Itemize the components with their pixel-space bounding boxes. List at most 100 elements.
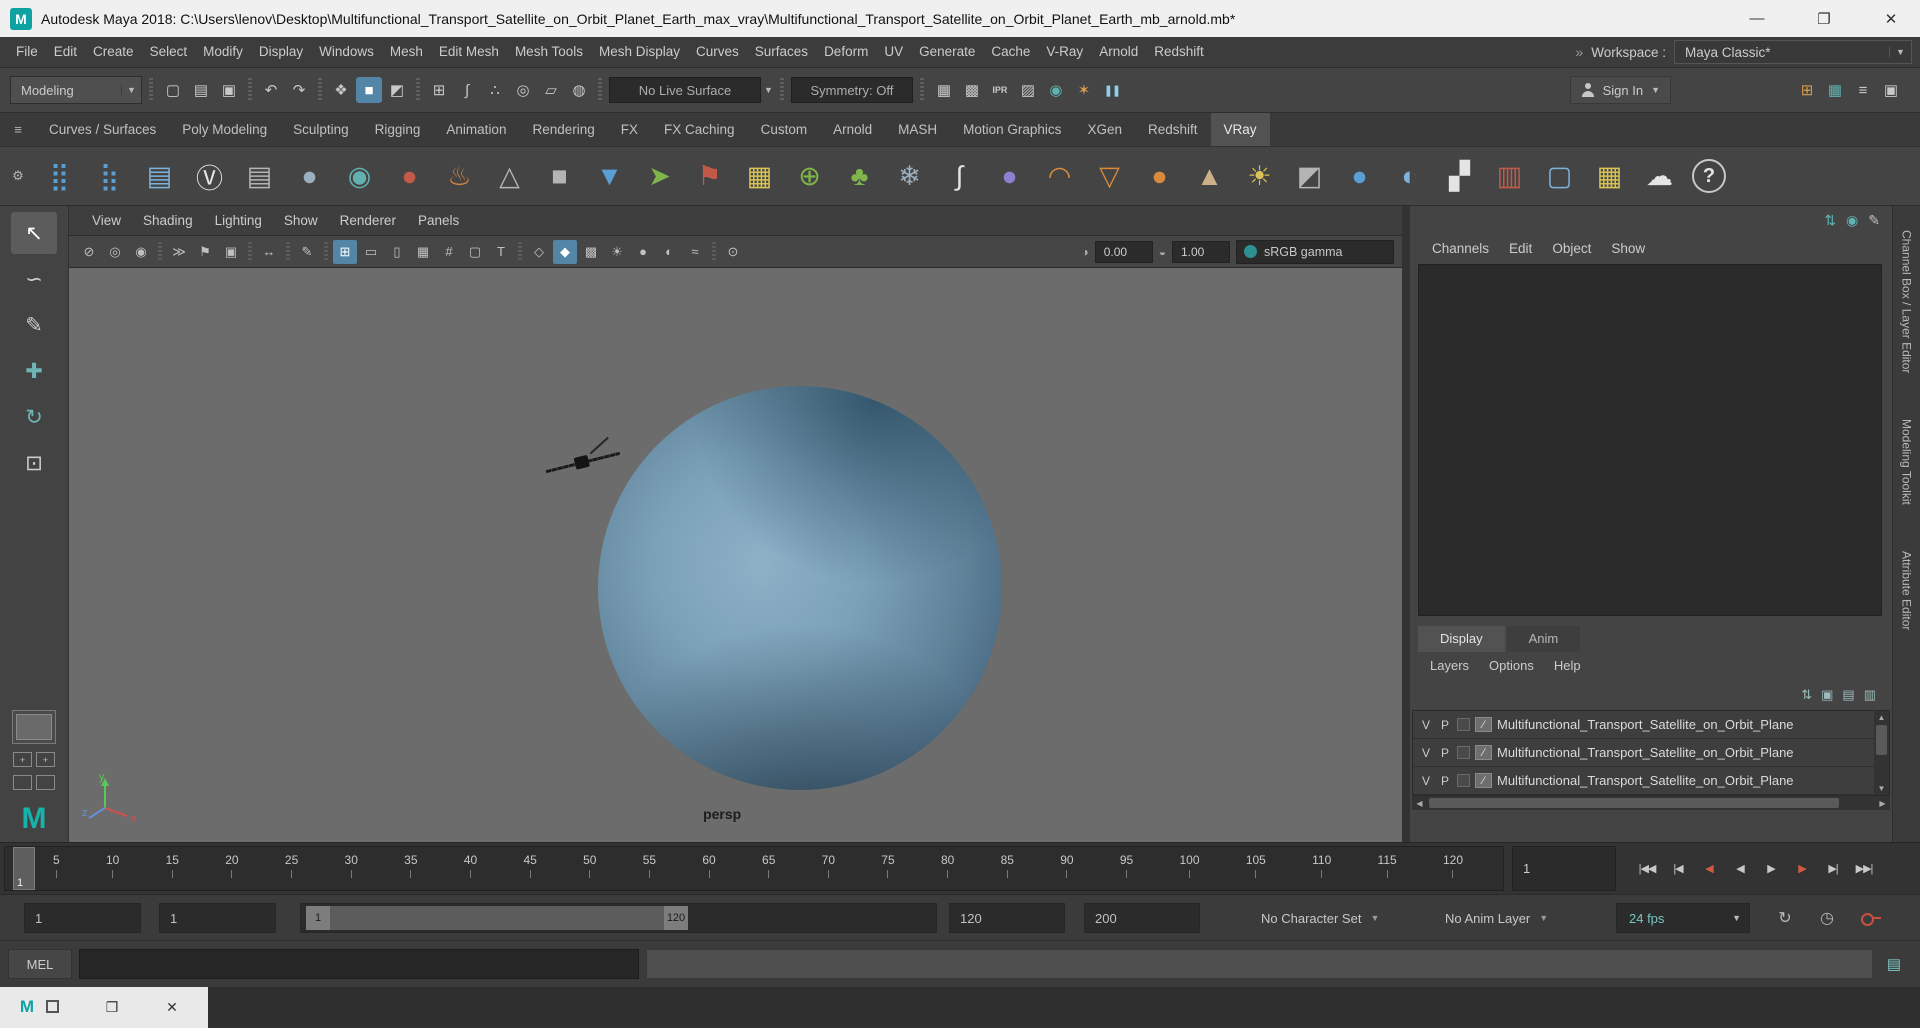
close-button[interactable]: ✕ (1862, 0, 1920, 37)
image-plane-icon[interactable]: ▣ (219, 240, 243, 264)
select-by-object-icon[interactable]: ■ (356, 77, 382, 103)
channel-sort-icon[interactable]: ⇅ (1824, 212, 1836, 229)
timeline-tick[interactable]: 25 (285, 853, 298, 890)
timeline-tick[interactable]: 65 (762, 853, 775, 890)
menu-set-selector[interactable]: Modeling ▼ (10, 76, 142, 104)
menu-item[interactable]: Edit (46, 37, 85, 67)
timeline-tick[interactable]: 20 (225, 853, 238, 890)
scale-tool-icon[interactable]: ⊡ (11, 442, 57, 484)
exposure-field[interactable]: 0.00 (1095, 241, 1153, 263)
timeline-tick[interactable]: 5 (53, 853, 60, 890)
grid-toggle-icon[interactable]: ⊞ (333, 240, 357, 264)
orange-funnel-icon[interactable]: ▽ (1086, 153, 1133, 200)
current-frame-field[interactable]: 1 (1512, 846, 1616, 891)
render-setup-icon[interactable]: ◉ (1043, 77, 1069, 103)
timeline-tick[interactable]: 80 (941, 853, 954, 890)
layer-editor-tab[interactable]: Anim (1507, 626, 1581, 652)
viewport-menu-item[interactable]: Panels (407, 206, 470, 235)
striped-sphere-icon[interactable]: ◐ (1386, 153, 1433, 200)
menu-item[interactable]: Modify (195, 37, 251, 67)
layer-editor-menu-item[interactable]: Layers (1420, 652, 1479, 680)
layout-single-pane-button[interactable] (12, 710, 56, 744)
timeline-tick[interactable]: 70 (822, 853, 835, 890)
grass-fur-icon[interactable]: ♣ (836, 153, 883, 200)
current-frame-marker[interactable]: 1 (13, 847, 35, 890)
animation-start-field[interactable]: 1 (24, 903, 141, 933)
isolate-select-icon[interactable]: ⊙ (721, 240, 745, 264)
rotate-tool-icon[interactable]: ↻ (11, 396, 57, 438)
menu-item[interactable]: Cache (983, 37, 1038, 67)
shelf-tab[interactable]: Poly Modeling (169, 113, 280, 146)
step-forward-frame-button[interactable]: ▶| (1818, 852, 1848, 886)
gate-mask-icon[interactable]: ▦ (411, 240, 435, 264)
scroll-up-icon[interactable]: ▲ (1878, 711, 1886, 724)
toggle-grid-ui-icon[interactable]: ⊞ (1794, 77, 1820, 103)
channel-speed-icon[interactable]: ◉ (1846, 212, 1858, 229)
layer-editor-menu-item[interactable]: Help (1544, 652, 1591, 680)
ramp-texture-icon[interactable]: ◩ (1286, 153, 1333, 200)
auto-keyframe-icon[interactable] (1856, 903, 1886, 933)
render-screen-icon[interactable]: ▥ (1486, 153, 1533, 200)
pause-icon[interactable]: ❚❚ (1099, 77, 1125, 103)
menu-item[interactable]: Edit Mesh (431, 37, 507, 67)
menu-item[interactable]: Display (251, 37, 311, 67)
range-end-handle[interactable]: 120 (664, 906, 688, 930)
layout-pane-add-button[interactable]: + (13, 752, 32, 767)
viewport-menu-item[interactable]: Shading (132, 206, 204, 235)
menu-item[interactable]: Curves (688, 37, 747, 67)
hypershade-icon[interactable]: ✶ (1071, 77, 1097, 103)
checker-pencil-icon[interactable]: ▦ (736, 153, 783, 200)
channel-box-menu-item[interactable]: Channels (1422, 234, 1499, 264)
timeline-tick[interactable]: 105 (1246, 853, 1266, 890)
symmetry-field[interactable]: Symmetry: Off (791, 77, 913, 103)
ipr-render-icon[interactable]: IPR (987, 77, 1013, 103)
step-back-key-button[interactable]: ◀ (1694, 852, 1724, 886)
menu-item[interactable]: Arnold (1091, 37, 1146, 67)
layer-sort-icon[interactable]: ⇅ (1801, 687, 1812, 703)
viewport-menu-item[interactable]: Lighting (204, 206, 273, 235)
timeline-tick[interactable]: 85 (1001, 853, 1014, 890)
physical-camera-icon[interactable]: ◉ (336, 153, 383, 200)
globe-icon[interactable]: ⊕ (786, 153, 833, 200)
field-chart-icon[interactable]: # (437, 240, 461, 264)
layer-list-horizontal-scrollbar[interactable]: ◀ ▶ (1412, 796, 1890, 810)
menu-item[interactable]: Generate (911, 37, 983, 67)
grease-pencil-icon[interactable]: ✎ (295, 240, 319, 264)
safe-title-icon[interactable]: T (489, 240, 513, 264)
safe-action-icon[interactable]: ▢ (463, 240, 487, 264)
ambient-occlusion-icon[interactable]: ◐ (657, 240, 681, 264)
timeline-tick[interactable]: 115 (1378, 853, 1397, 890)
go-to-start-button[interactable]: |◀◀ (1632, 852, 1662, 886)
open-scene-icon[interactable]: ▤ (188, 77, 214, 103)
channel-box-list[interactable] (1418, 264, 1882, 616)
scroll-right-icon[interactable]: ▶ (1875, 799, 1890, 808)
viewport-menu-item[interactable]: Renderer (329, 206, 407, 235)
timeline-tick[interactable]: 110 (1312, 853, 1331, 890)
red-material-sphere-icon[interactable]: ● (386, 153, 433, 200)
shelf-tab[interactable]: Custom (748, 113, 821, 146)
vray-point-cloud-icon[interactable]: ⣿ (36, 153, 83, 200)
layer-visibility-toggle[interactable]: V (1419, 718, 1433, 732)
layout-pane-button[interactable] (13, 775, 32, 790)
anim-layer-dropdown[interactable]: No Anim Layer ▼ (1445, 903, 1548, 933)
play-forwards-button[interactable]: ▶ (1756, 852, 1786, 886)
step-back-frame-button[interactable]: |◀ (1663, 852, 1693, 886)
layer-editor-tab[interactable]: Display (1418, 626, 1505, 652)
timeline-tick[interactable]: 90 (1060, 853, 1073, 890)
render-view-icon[interactable]: ▦ (931, 77, 957, 103)
chevron-down-icon[interactable]: ▼ (1889, 47, 1911, 57)
timeline-tick[interactable]: 35 (404, 853, 417, 890)
snap-to-view-plane-icon[interactable]: ▱ (538, 77, 564, 103)
monitor-icon[interactable]: ▢ (1536, 153, 1583, 200)
layer-playback-toggle[interactable]: P (1438, 746, 1452, 760)
layer-visibility-toggle[interactable]: V (1419, 774, 1433, 788)
panel-tab[interactable]: Attribute Editor (1900, 551, 1914, 630)
layer-display-type-toggle[interactable] (1457, 746, 1470, 759)
vray-scene-file-icon[interactable]: ▤ (136, 153, 183, 200)
red-ribbon-icon[interactable]: ⚑ (686, 153, 733, 200)
resolution-gate-icon[interactable]: ▯ (385, 240, 409, 264)
scrollbar-thumb[interactable] (1876, 725, 1887, 755)
range-slider-track[interactable]: 1 120 (300, 903, 937, 933)
undo-icon[interactable]: ↶ (258, 77, 284, 103)
orange-sphere-icon[interactable]: ● (1136, 153, 1183, 200)
